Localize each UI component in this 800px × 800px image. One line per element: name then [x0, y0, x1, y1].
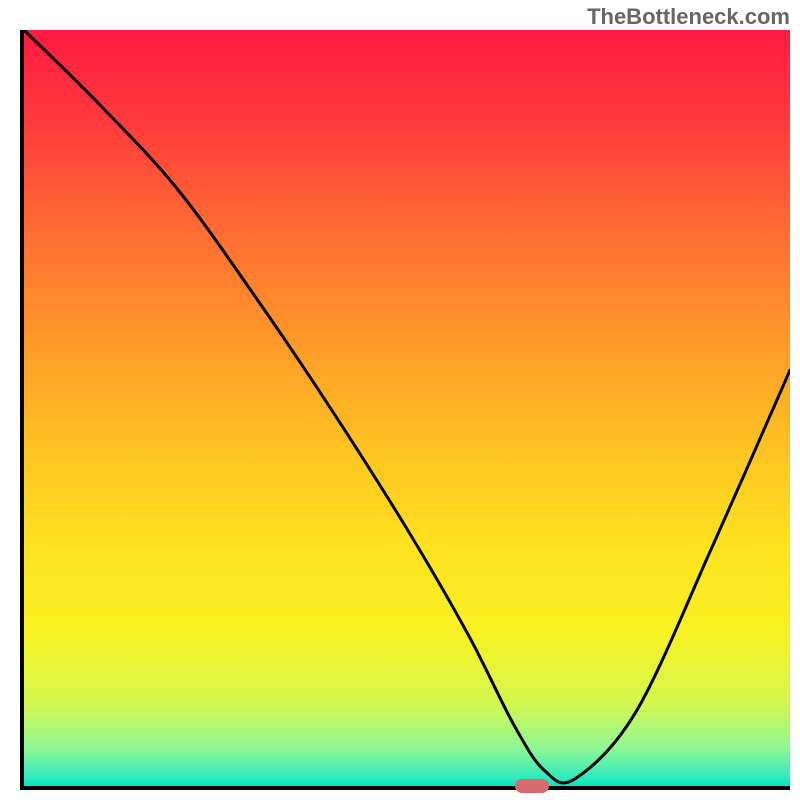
optimal-point-marker — [515, 779, 549, 793]
chart-container: TheBottleneck.com — [0, 0, 800, 800]
watermark-text: TheBottleneck.com — [587, 4, 790, 30]
gradient-background — [24, 30, 790, 786]
plot-area — [20, 30, 790, 790]
